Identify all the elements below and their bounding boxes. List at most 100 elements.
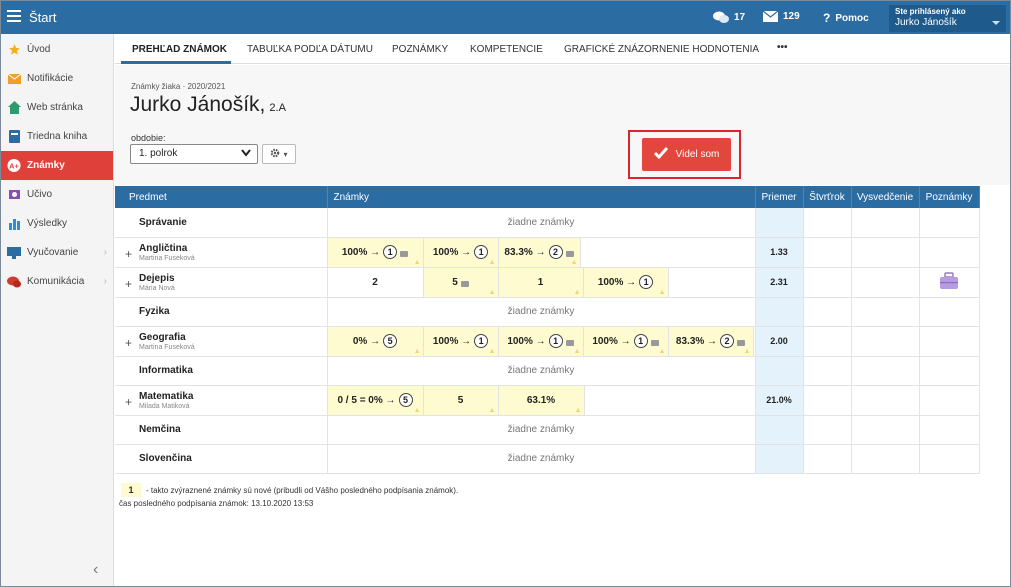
sidebar-item-znamky[interactable]: A+ Známky [1,151,113,180]
menu-icon[interactable] [7,10,21,22]
grade-mark[interactable]: 5 ▲ [423,385,499,415]
grade-mark[interactable]: 100% → 1 ▲ [327,237,424,267]
grade-mark[interactable]: 2 [328,267,424,297]
average-cell [755,208,804,238]
tab-graficke-znazornenie[interactable]: GRAFICKÉ ZNÁZORNENIE HODNOTENIA [564,44,759,55]
subject-cell[interactable]: Správanie [115,208,328,238]
sidebar-item-komunikacia[interactable]: Komunikácia › [1,267,113,296]
grade-mark[interactable]: 100% → 1 ▲ [423,237,499,267]
grade-circle: 1 [383,245,398,259]
expand-plus-icon[interactable]: + [125,277,132,291]
grade-mark[interactable]: 83.3% → 2 ▲ [668,326,754,356]
sidebar-item-ucivo[interactable]: Učivo [1,180,113,209]
collapse-sidebar-icon[interactable]: ‹ [93,561,98,579]
tab-prehlad-znamok[interactable]: PREHĽAD ZNÁMOK [132,44,227,55]
grade-mark[interactable]: 5 ▲ [423,267,499,297]
comment-icon [737,340,746,346]
subject-name: Matematika [139,390,194,402]
caret-down-icon: ▾ [283,149,288,159]
question-icon: ? [823,11,831,25]
envelope-icon [7,72,21,86]
expand-plus-icon[interactable]: + [125,395,132,409]
settings-button[interactable]: ▾ [262,144,296,164]
sidebar-item-web[interactable]: Web stránka [1,93,113,122]
quarter-cell [803,415,852,445]
tab-poznamky[interactable]: POZNÁMKY [392,44,448,55]
grade-mark[interactable]: 100% → 1 ▲ [498,326,584,356]
period-select[interactable]: 1. polrok [130,144,258,164]
app-window: Štart 17 129 ? Pomoc Ste prihlásený ako … [0,0,1011,587]
no-grades-text: žiadne známky [327,356,756,386]
new-mark-icon: ▲ [573,347,581,355]
grade-mark[interactable]: 100% → 1 ▲ [583,326,669,356]
sidebar-item-triedna-kniha[interactable]: Triedna kniha [1,122,113,151]
marks-list: 100% → 1 ▲ 100% → 1 ▲ 83.3% → 2 ▲ [327,237,755,267]
subject-cell[interactable]: Fyzika [115,297,328,327]
certificate-cell [851,415,920,445]
seen-button-label: Videl som [675,149,720,160]
board-icon [7,246,21,260]
help-label: Pomoc [835,12,869,24]
user-label: Ste prihlásený ako [895,7,966,16]
more-tabs-icon[interactable]: ••• [777,42,788,53]
grade-mark-text: 83.3% → [675,335,718,347]
svg-text:A+: A+ [9,161,19,170]
subject-cell[interactable]: Slovenčina [115,444,328,474]
subject-cell[interactable]: + Matematika Milada Matiková [115,385,328,416]
grade-mark[interactable]: 100% → 1 ▲ [583,267,669,297]
sidebar-item-notifikacie[interactable]: Notifikácie [1,64,113,93]
subject-name: Správanie [139,216,187,228]
grade-mark[interactable]: 63.1% ▲ [498,385,585,415]
grade-mark[interactable]: 1 ▲ [498,267,584,297]
subject-name: Geografia [139,331,186,343]
mail-button[interactable]: 129 [763,11,800,22]
marks-list: 2 5 ▲ 1 ▲ 100% → 1 ▲ [328,267,755,297]
no-grades-text: žiadne známky [327,415,756,445]
subject-cell[interactable]: + Angličtina Martina Fuseková [115,237,328,268]
grade-mark-text: 5 [452,276,458,288]
user-menu[interactable]: Ste prihlásený ako Jurko Jánošík [889,5,1006,32]
help-button[interactable]: ? Pomoc [823,11,869,25]
header-subject: Predmet [115,186,328,208]
expand-plus-icon[interactable]: + [125,336,132,350]
new-mark-icon: ▲ [413,406,421,414]
grade-mark-text: 100% → [597,276,637,288]
tab-tabulka-podla-datumu[interactable]: TABUĽKA PODĽA DÁTUMU [247,44,373,55]
grade-mark-text: 0 / 5 = 0% → [337,394,396,406]
sidebar-item-uvod[interactable]: Úvod [1,35,113,64]
seen-button[interactable]: Videl som [642,138,731,171]
briefcase-icon[interactable] [939,271,959,293]
grade-mark[interactable]: 83.3% → 2 ▲ [498,237,581,267]
subject-cell[interactable]: + Dejepis Mária Nová [115,267,328,298]
grade-mark[interactable]: 0 / 5 = 0% → 5 ▲ [327,385,424,415]
sidebar-item-vyucovanie[interactable]: Vyučovanie › [1,238,113,267]
subject-name: Angličtina [139,242,188,254]
grade-mark-text: 0% → [352,335,381,347]
average-cell [755,297,804,327]
subject-cell[interactable]: Nemčina [115,415,328,445]
sidebar-item-label: Známky [27,160,65,171]
last-signed-time: čas posledného podpísania známok: 13.10.… [119,499,314,508]
messages-button[interactable]: 17 [713,11,745,24]
sidebar: Úvod Notifikácie Web stránka Triedna kni… [1,34,114,586]
student-class: 2.A [269,102,286,114]
expand-plus-icon[interactable]: + [125,247,132,261]
subject-cell[interactable]: Informatika [115,356,328,386]
new-mark-icon: ▲ [570,258,578,266]
app-title[interactable]: Štart [29,10,56,25]
grade-mark-text: 63.1% [526,394,556,406]
new-mark-icon: ▲ [658,288,666,296]
grade-mark[interactable]: 0% → 5 ▲ [327,326,424,356]
caret-down-icon [992,21,1000,25]
main-content: PREHĽAD ZNÁMOK TABUĽKA PODĽA DÁTUMU POZN… [115,34,1010,586]
subject-name: Dejepis [139,272,175,284]
tab-kompetencie[interactable]: KOMPETENCIE [470,44,543,55]
grade-mark-text: 100% → [432,335,472,347]
header-notes: Poznámky [919,186,980,208]
average-cell [755,356,804,386]
subject-cell[interactable]: + Geografia Martina Fuseková [115,326,328,357]
sidebar-item-vysledky[interactable]: Výsledky [1,209,113,238]
notes-cell [919,415,980,445]
marks-cell: 2 5 ▲ 1 ▲ 100% → 1 ▲ [327,267,756,298]
grade-mark[interactable]: 100% → 1 ▲ [423,326,499,356]
